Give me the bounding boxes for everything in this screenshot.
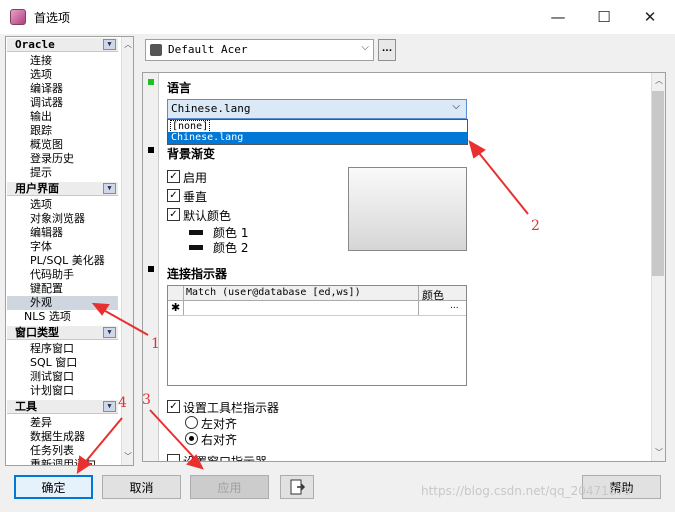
annotation-arrow-4 bbox=[81, 417, 123, 467]
annotation-arrowhead-2 bbox=[468, 139, 486, 159]
annotation-label-1: 1 bbox=[151, 336, 160, 352]
annotation-arrow-3 bbox=[149, 409, 199, 463]
annotation-label-2: 2 bbox=[531, 218, 540, 234]
annotation-layer bbox=[76, 139, 529, 475]
annotation-arrowhead-3 bbox=[186, 454, 204, 470]
annotation-label-3: 3 bbox=[142, 392, 151, 408]
annotation-arrow-2 bbox=[474, 147, 529, 215]
annotation-label-4: 4 bbox=[118, 395, 127, 411]
annotation-arrow-1 bbox=[99, 307, 149, 336]
annotation-arrowhead-1 bbox=[91, 302, 110, 316]
